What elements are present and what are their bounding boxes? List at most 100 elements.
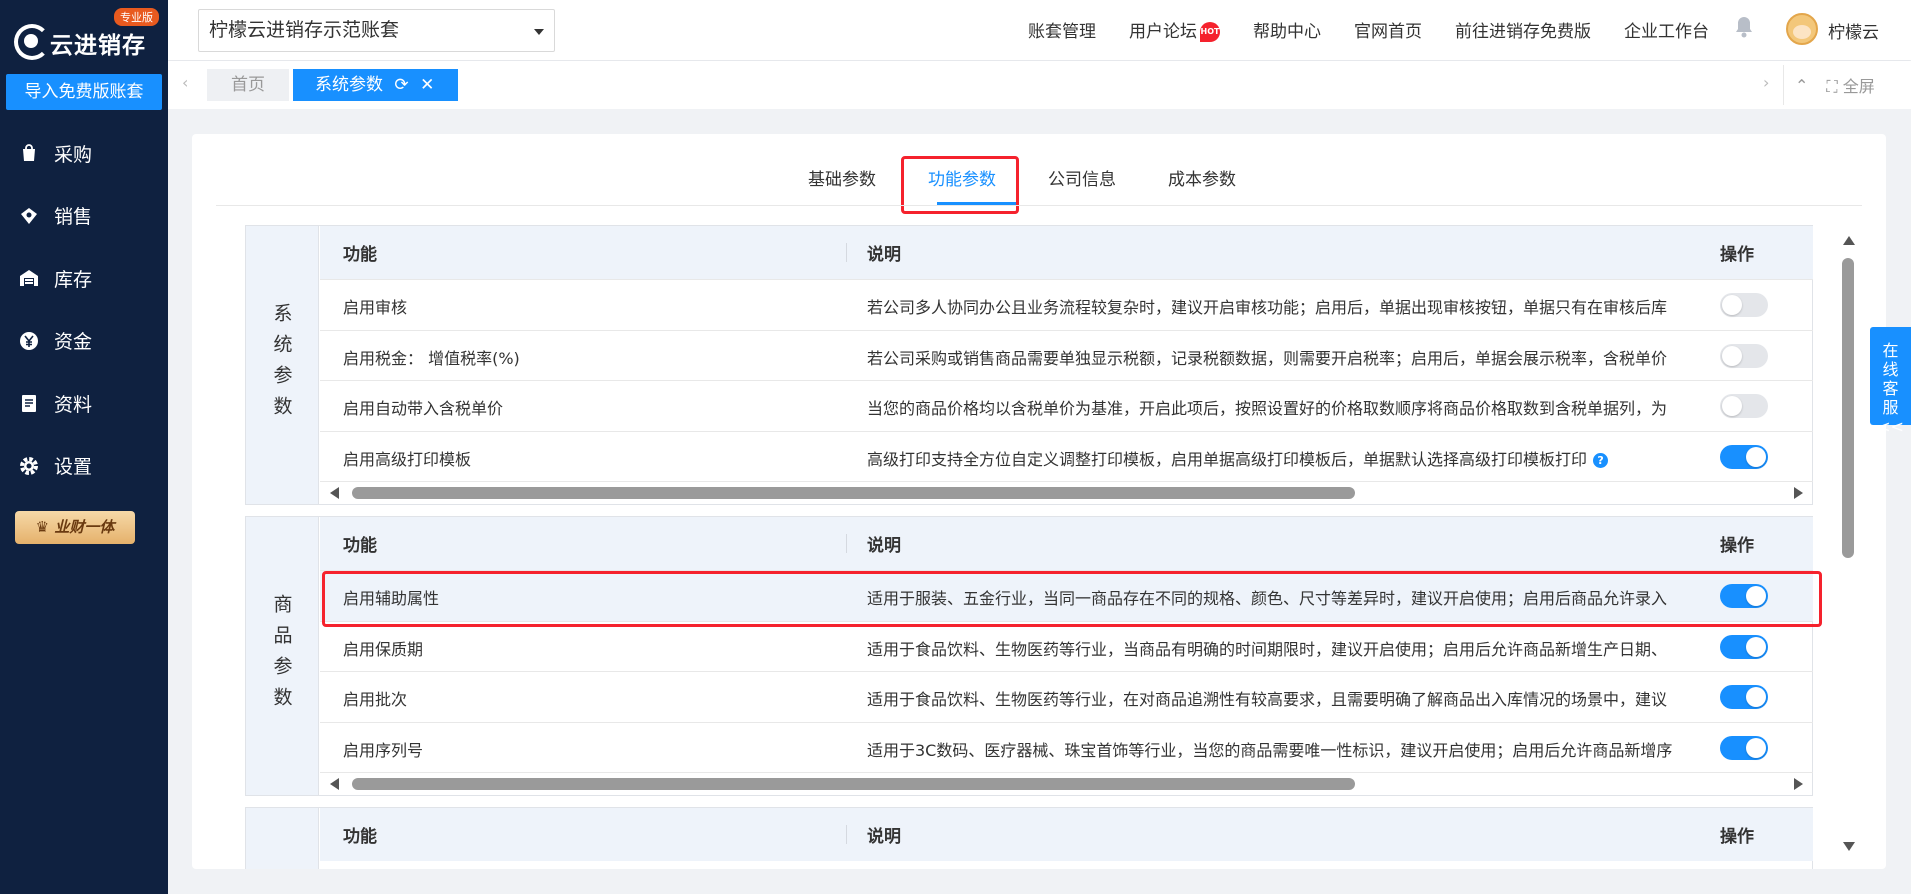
feature-name: 启用自动带入含税单价 <box>343 399 504 418</box>
feature-desc: 若公司多人协同办公且业务流程较复杂时，建议开启审核功能；启用后，单据出现审核按钮… <box>867 298 1668 317</box>
feature-desc: 当您的商品价格均以含税单价为基准，开启此项后，按照设置好的价格取数顺序将商品价格… <box>867 399 1668 418</box>
online-service-char: 客 <box>1882 379 1899 398</box>
header-desc: 说明 <box>867 827 901 847</box>
tab-basic-params[interactable]: 基础参数 <box>808 168 876 192</box>
header-action: 操作 <box>1720 536 1754 556</box>
header-feature: 功能 <box>343 827 377 847</box>
enable-toggle[interactable] <box>1720 343 1768 368</box>
scroll-up-icon[interactable] <box>1843 236 1855 245</box>
user-avatar[interactable] <box>1786 13 1818 45</box>
header-desc: 说明 <box>867 245 901 265</box>
enable-toggle[interactable] <box>1720 685 1768 709</box>
table-header: 功能 说明 操作 <box>320 226 1813 279</box>
sidebar-item-inventory[interactable]: 库存 <box>0 247 168 310</box>
enable-toggle[interactable] <box>1720 735 1768 760</box>
group-system-params: 系统参数 功能 说明 操作 启用审核 若公司多人协同办公且业务流程较复杂时，建议… <box>245 225 1813 505</box>
enable-toggle[interactable] <box>1720 394 1768 418</box>
sidebar-item-label: 采购 <box>54 143 93 166</box>
feature-name: 启用批次 <box>343 690 408 709</box>
account-set-value: 柠檬云进销存示范账套 <box>209 19 400 41</box>
table-row: 启用高级打印模板 高级打印支持全方位自定义调整打印模板，启用单据高级打印模板后，… <box>320 430 1813 482</box>
sidebar-item-label: 资金 <box>54 331 93 354</box>
tab-scroll-right-icon[interactable]: › <box>1763 75 1773 91</box>
page-tab-bar: ‹ 首页 系统参数 ⟳ ✕ › ⌃ ⛶ 全屏 <box>168 61 1911 109</box>
sidebar-item-label: 资料 <box>54 393 93 416</box>
bell-icon[interactable] <box>1734 16 1754 38</box>
fullscreen-button[interactable]: ⛶ 全屏 <box>1826 73 1874 97</box>
enable-toggle[interactable] <box>1720 293 1768 317</box>
import-free-account-button[interactable]: 导入免费版账套 <box>6 74 162 110</box>
scrollbar-thumb[interactable] <box>352 778 1355 790</box>
feature-desc: 适用于服装、五金行业，当同一商品存在不同的规格、颜色、尺寸等差异时，建议开启使用… <box>867 589 1668 608</box>
scroll-left-icon[interactable] <box>330 778 339 790</box>
enable-toggle[interactable] <box>1720 584 1768 608</box>
scrollbar-thumb[interactable] <box>352 487 1355 499</box>
tab-company-info[interactable]: 公司信息 <box>1048 168 1116 192</box>
sidebar-item-purchase[interactable]: 采购 <box>0 122 168 185</box>
promo-badge[interactable]: ♛ 业财一体 <box>15 511 135 544</box>
enterprise-workbench-link[interactable]: 企业工作台 <box>1624 17 1709 42</box>
feature-name: 启用保质期 <box>343 639 424 659</box>
sidebar-item-data[interactable]: 资料 <box>0 372 168 435</box>
tab-home[interactable]: 首页 <box>207 69 289 101</box>
header-divider <box>846 243 847 262</box>
close-icon[interactable]: ✕ <box>420 69 434 101</box>
hot-badge: HOT <box>1200 21 1220 42</box>
scroll-down-icon[interactable] <box>1843 842 1855 851</box>
user-forum-link[interactable]: 用户论坛 HOT <box>1129 17 1220 42</box>
scroll-right-icon[interactable] <box>1794 487 1803 499</box>
sidebar-item-funds[interactable]: 资金 <box>0 310 168 373</box>
refresh-icon[interactable]: ⟳ <box>394 69 408 101</box>
caret-down-icon <box>534 29 544 35</box>
enable-toggle[interactable] <box>1720 634 1768 659</box>
collapse-up-icon[interactable]: ⌃ <box>1795 76 1808 95</box>
horizontal-scrollbar[interactable] <box>320 481 1813 503</box>
header-feature: 功能 <box>343 245 377 265</box>
params-table: 功能 说明 操作 <box>320 808 1813 861</box>
enable-toggle[interactable] <box>1720 444 1768 469</box>
feature-desc: 高级打印支持全方位自定义调整打印模板，启用单据高级打印模板后，单据默认选择高级打… <box>867 449 1588 469</box>
official-home-link[interactable]: 官网首页 <box>1354 17 1422 42</box>
table-row: 启用保质期 适用于食品饮料、生物医药等行业，当商品有明确的时间期限时，建议开启使… <box>320 620 1813 672</box>
top-nav-links: 账套管理 用户论坛 HOT 帮助中心 官网首页 前往进销存免费版 企业工作台 <box>1028 0 1742 58</box>
scrollbar-thumb[interactable] <box>1842 258 1854 558</box>
free-version-link[interactable]: 前往进销存免费版 <box>1455 17 1591 42</box>
header-feature: 功能 <box>343 536 377 556</box>
warehouse-icon <box>18 267 40 289</box>
account-management-link[interactable]: 账套管理 <box>1028 17 1096 42</box>
feature-desc: 适用于食品饮料、生物医药等行业，在对商品追溯性有较高要求，且需要明确了解商品出入… <box>867 690 1668 709</box>
scroll-right-icon[interactable] <box>1794 778 1803 790</box>
sidebar-item-sales[interactable]: 销售 <box>0 185 168 248</box>
yen-coin-icon <box>18 330 40 352</box>
feature-desc: 若公司采购或销售商品需要单独显示税额，记录税额数据，则需要开启税率；启用后，单据… <box>867 348 1668 368</box>
params-card: 基础参数 功能参数 公司信息 成本参数 系统参数 功能 说明 操作 启用审核 若… <box>192 134 1886 869</box>
online-service-button[interactable]: 在 线 客 服 << <box>1870 327 1911 436</box>
tab-system-params[interactable]: 系统参数 ⟳ ✕ <box>293 69 458 101</box>
feature-name: 启用审核 <box>343 298 408 317</box>
account-set-select[interactable]: 柠檬云进销存示范账套 <box>198 9 555 52</box>
sidebar-item-settings[interactable]: 设置 <box>0 435 168 498</box>
promo-badge-label: 业财一体 <box>54 518 115 536</box>
vertical-scrollbar[interactable] <box>1840 236 1856 851</box>
crown-icon: ♛ <box>35 518 50 536</box>
table-row: 启用辅助属性 适用于服装、五金行业，当同一商品存在不同的规格、颜色、尺寸等差异时… <box>320 570 1813 621</box>
table-row: 启用审核 若公司多人协同办公且业务流程较复杂时，建议开启审核功能；启用后，单据出… <box>320 279 1813 330</box>
help-icon[interactable]: ? <box>1593 452 1609 468</box>
group-label-text: 系统参数 <box>270 303 293 427</box>
help-center-link[interactable]: 帮助中心 <box>1253 17 1321 42</box>
tab-scroll-left-icon[interactable]: ‹ <box>182 75 192 91</box>
tab-cost-params[interactable]: 成本参数 <box>1168 168 1236 192</box>
app-logo[interactable]: 云进销存 专业版 <box>10 8 160 60</box>
table-row: 启用批次 适用于食品饮料、生物医药等行业，在对商品追溯性有较高要求，且需要明确了… <box>320 671 1813 722</box>
group-next-params: 功能 说明 操作 <box>245 807 1813 869</box>
feature-desc: 适用于3C数码、医疗器械、珠宝首饰等行业，当您的商品需要唯一性标识，建议开启使用… <box>867 740 1673 760</box>
table-header: 功能 说明 操作 <box>320 517 1813 570</box>
scroll-left-icon[interactable] <box>330 487 339 499</box>
group-label <box>246 808 319 869</box>
header-desc: 说明 <box>867 536 901 556</box>
horizontal-scrollbar[interactable] <box>320 772 1813 794</box>
feature-name: 启用序列号 <box>343 740 424 760</box>
username[interactable]: 柠檬云 <box>1828 18 1879 43</box>
shopping-bag-icon <box>18 142 40 164</box>
online-service-char: 线 <box>1882 360 1899 379</box>
